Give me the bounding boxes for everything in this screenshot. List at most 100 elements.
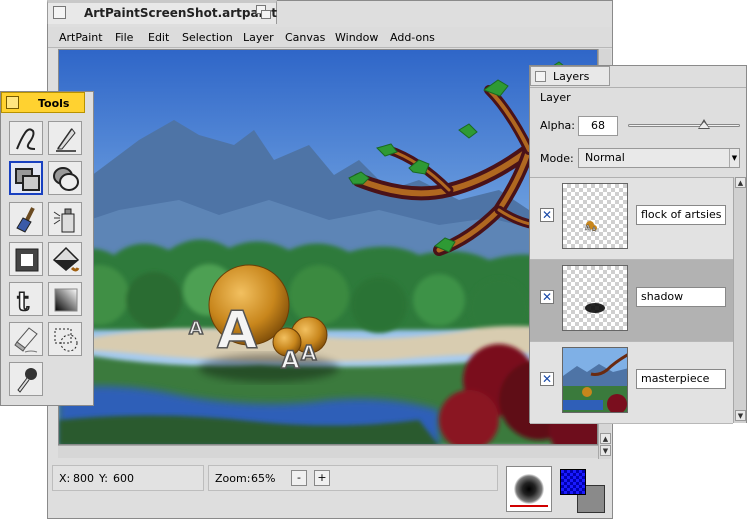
svg-text:A: A [189, 318, 203, 339]
layer-menu[interactable]: Layer [540, 91, 571, 104]
menu-edit[interactable]: Edit [148, 31, 169, 44]
blur-tool[interactable] [9, 242, 43, 276]
zoom-in-button[interactable]: + [314, 470, 330, 486]
svg-text:t: t [17, 287, 29, 314]
scroll-up-arrow-icon[interactable]: ▲ [735, 177, 746, 188]
fill-bucket-icon [52, 246, 80, 272]
zoom-value: 65% [251, 472, 276, 485]
svg-text:A: A [301, 341, 317, 365]
tools-title: Tools [38, 97, 70, 110]
menu-canvas[interactable]: Canvas [285, 31, 325, 44]
menu-file[interactable]: File [115, 31, 133, 44]
brush-tool[interactable] [9, 202, 43, 236]
layer-row[interactable]: ✕ A A flock of artsies [530, 178, 733, 260]
scroll-down-arrow-icon[interactable]: ▼ [600, 445, 611, 456]
layer-name-field[interactable]: masterpiece [636, 369, 726, 389]
zoom-out-button[interactable]: - [291, 470, 307, 486]
dropdown-arrow-icon: ▼ [729, 149, 739, 167]
menu-bar: ArtPaint File Edit Selection Layer Canva… [48, 27, 612, 48]
window-title: ArtPaintScreenShot.artpaint [84, 6, 277, 20]
x-label: X: [59, 472, 71, 485]
freehand-line-icon [16, 128, 36, 150]
image-canvas[interactable]: A A A A [58, 49, 598, 445]
layer-thumbnail: A A [562, 183, 628, 249]
gradient-icon [54, 288, 78, 312]
y-value: 600 [113, 472, 134, 485]
straight-line-tool[interactable] [48, 121, 82, 155]
selection-tool[interactable] [48, 322, 82, 356]
airbrush-icon [53, 208, 75, 233]
layer-row-selected[interactable]: ✕ shadow [530, 260, 733, 342]
eraser-icon [14, 327, 38, 353]
menu-add-ons[interactable]: Add-ons [390, 31, 435, 44]
tools-window-tab[interactable]: Tools [1, 92, 85, 113]
menu-artpaint[interactable]: ArtPaint [59, 31, 103, 44]
straight-line-icon [56, 128, 76, 152]
brush-preview[interactable] [506, 466, 552, 512]
zoom-label: Zoom: [215, 472, 251, 485]
rectangle-icon [15, 168, 40, 191]
layer-name-field[interactable]: flock of artsies [636, 205, 726, 225]
color-picker-icon [17, 368, 37, 393]
layer-visibility-checkbox[interactable]: ✕ [540, 290, 554, 304]
main-window-tab[interactable]: ArtPaintScreenShot.artpaint [47, 0, 277, 24]
menu-window[interactable]: Window [335, 31, 378, 44]
mode-value: Normal [585, 151, 625, 164]
freehand-line-tool[interactable] [9, 121, 43, 155]
layer-visibility-checkbox[interactable]: ✕ [540, 208, 554, 222]
foreground-color-swatch[interactable] [560, 469, 586, 495]
ellipse-icon [53, 167, 79, 191]
layer-list: ✕ A A flock of artsies ✕ shadow ✕ master… [530, 177, 733, 424]
layers-window-tab[interactable]: Layers [530, 66, 610, 86]
selection-icon [54, 328, 78, 352]
layers-scrollbar[interactable]: ▲ ▼ [733, 177, 746, 423]
eraser-tool[interactable] [9, 322, 43, 356]
close-tools-icon[interactable] [6, 96, 19, 109]
layers-panel: Layer Alpha: 68 Mode: Normal ▼ ✕ A A flo… [530, 87, 746, 424]
svg-text:A: A [585, 224, 591, 232]
brush-size-bar [510, 505, 548, 507]
zoom-panel: Zoom: 65% - + [208, 465, 498, 491]
menu-selection[interactable]: Selection [182, 31, 233, 44]
ellipse-tool[interactable] [48, 161, 82, 195]
alpha-input[interactable]: 68 [578, 116, 618, 136]
brush-shape-icon [514, 474, 544, 504]
rectangle-tool[interactable] [9, 161, 43, 195]
menu-layer[interactable]: Layer [243, 31, 274, 44]
alpha-slider-thumb-inner [699, 122, 709, 128]
close-layers-icon[interactable] [535, 71, 546, 82]
text-tool-icon: t [16, 286, 30, 314]
mode-select[interactable]: Normal ▼ [578, 148, 740, 168]
layers-window: Layers Layer Alpha: 68 Mode: Normal ▼ ✕ … [529, 65, 747, 424]
zoom-window-icon[interactable] [256, 5, 272, 20]
x-value: 800 [73, 472, 94, 485]
layer-thumbnail [562, 265, 628, 331]
svg-text:A: A [592, 227, 596, 233]
layer-thumbnail [562, 347, 628, 413]
gradient-tool[interactable] [48, 282, 82, 316]
svg-text:A: A [217, 301, 257, 361]
blur-icon [15, 248, 39, 272]
mode-label: Mode: [540, 152, 574, 165]
close-window-icon[interactable] [53, 6, 66, 19]
painting-image: A A A A [59, 50, 597, 444]
svg-text:A: A [281, 346, 300, 374]
color-picker-tool[interactable] [9, 362, 43, 396]
layer-visibility-checkbox[interactable]: ✕ [540, 372, 554, 386]
canvas-horizontal-scrollbar[interactable] [58, 445, 598, 458]
coordinates-panel: X: 800 Y: 600 [52, 465, 204, 491]
alpha-label: Alpha: [540, 119, 575, 132]
airbrush-tool[interactable] [48, 202, 82, 236]
alpha-slider[interactable] [628, 124, 740, 127]
fill-tool[interactable] [48, 242, 82, 276]
text-tool[interactable]: t [9, 282, 43, 316]
y-label: Y: [99, 472, 108, 485]
scroll-up-arrow-icon[interactable]: ▲ [600, 433, 611, 444]
masterpiece-thumbnail-icon [563, 348, 627, 412]
layers-title: Layers [553, 70, 590, 83]
flock-thumbnail-icon: A A [585, 221, 597, 233]
scroll-down-arrow-icon[interactable]: ▼ [735, 410, 746, 421]
tools-window: Tools t [0, 91, 94, 406]
layer-row[interactable]: ✕ masterpiece [530, 342, 733, 424]
layer-name-field[interactable]: shadow [636, 287, 726, 307]
